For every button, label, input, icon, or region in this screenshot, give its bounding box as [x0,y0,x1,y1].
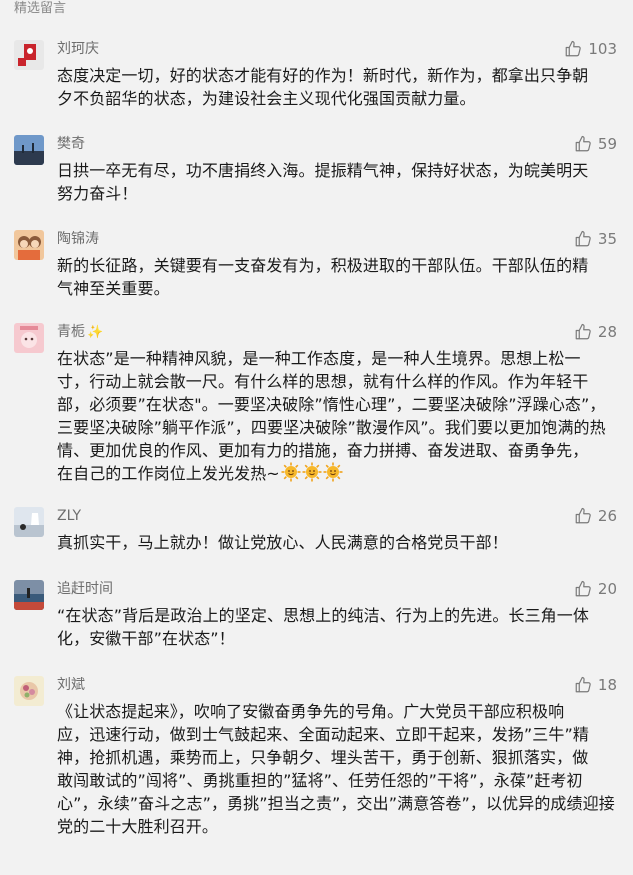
like-button[interactable]: 28 [574,322,617,342]
like-button[interactable]: 103 [564,39,617,59]
comment-text: 在状态”是一种精神风貌，是一种工作态度，是一种人生境界。思想上松一 寸，行动上就… [57,347,617,488]
thumbs-up-icon [574,580,592,598]
avatar[interactable] [14,135,44,165]
comment-text: 新的长征路，关键要有一支奋发有为，积极进取的干部队伍。干部队伍的精 气神至关重要… [57,256,589,298]
thumbs-up-icon [574,323,592,341]
thumbs-up-icon [574,230,592,248]
avatar[interactable] [14,507,44,537]
commenter-name: 陶锦涛 [57,231,99,247]
avatar[interactable] [14,230,44,260]
thumbs-up-icon [564,40,582,58]
section-title: 精选留言 [14,1,67,16]
like-count: 35 [597,230,617,248]
like-count: 18 [597,676,617,694]
sun-face-icon [281,462,301,488]
thumbs-up-icon [574,676,592,694]
commenter-name: 刘斌 [57,677,85,693]
commenter-name: 青栀 ✨ [57,322,103,343]
commenter-name: 追赶时间 [57,581,113,597]
comment-text: “在状态”背后是政治上的坚定、思想上的纯洁、行为上的先进。长三角一体 化，安徽干… [57,606,589,648]
commenter-name: 樊奇 [57,136,85,152]
like-count: 59 [597,135,617,153]
like-button[interactable]: 26 [574,506,617,526]
like-button[interactable]: 18 [574,675,617,695]
sun-face-icon [323,462,343,488]
commenter-name-text: 青栀 [57,324,85,340]
thumbs-up-icon [574,135,592,153]
like-button[interactable]: 35 [574,229,617,249]
like-button[interactable]: 20 [574,579,617,599]
avatar[interactable] [14,580,44,610]
comment-text: 态度决定一切，好的状态才能有好的作为！新时代，新作为，都拿出只争朝 夕不负韶华的… [57,66,589,108]
like-count: 103 [588,40,617,58]
comment-text: 日拱一卒无有尽，功不唐捐终入海。提振精气神，保持好状态，为皖美明天 努力奋斗！ [57,161,589,203]
sun-face-icon [302,462,322,488]
commenter-name: 刘珂庆 [57,41,99,57]
commenter-name: ZLY [57,508,82,524]
sparkle-badge-icon: ✨ [87,325,104,340]
like-count: 28 [597,323,617,341]
comment-text: 真抓实干，马上就办！做让党放心、人民满意的合格党员干部！ [57,533,508,552]
like-button[interactable]: 59 [574,134,617,154]
comment-text: 《让状态提起来》，吹响了安徽奋勇争先的号角。广大党员干部应积极响 应，迅速行动，… [57,702,615,836]
avatar[interactable] [14,676,44,706]
avatar[interactable] [14,323,44,353]
like-count: 20 [597,580,617,598]
like-count: 26 [597,507,617,525]
avatar[interactable] [14,40,44,70]
thumbs-up-icon [574,507,592,525]
